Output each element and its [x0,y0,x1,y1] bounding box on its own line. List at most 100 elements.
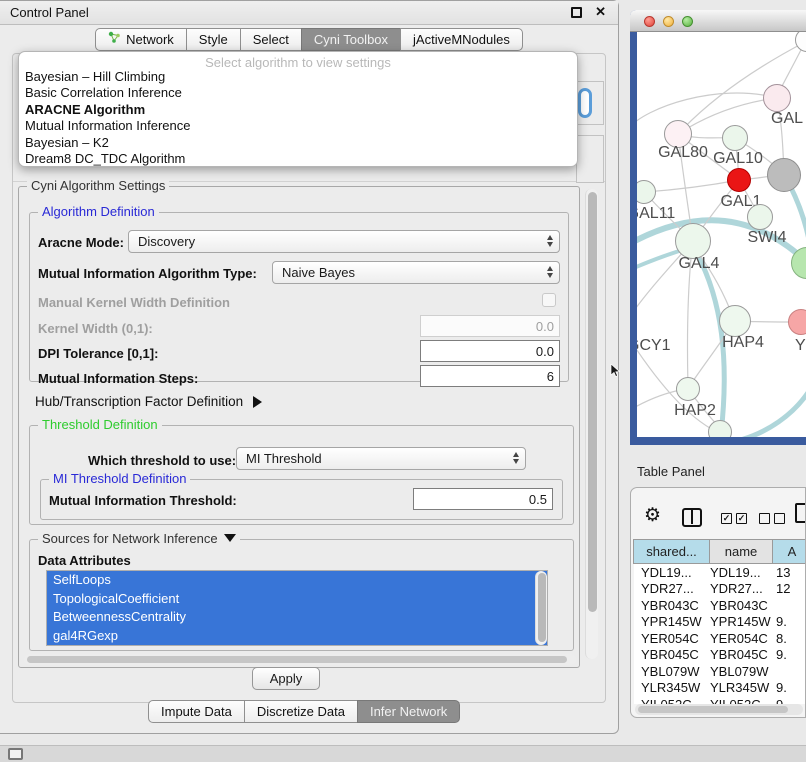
table-row[interactable]: YBL079WYBL079W [634,663,806,680]
network-node-gal10[interactable] [722,125,748,151]
algorithm-option-mutual-information-inference[interactable]: Mutual Information Inference [19,118,577,134]
window-grip-icon[interactable] [8,748,23,760]
algorithm-option-bayesian-hill-climbing[interactable]: Bayesian – Hill Climbing [19,69,577,85]
table-body[interactable]: YDL19...YDL19...13YDR27...YDR27...12YBR0… [634,564,806,704]
minimize-traffic-light[interactable] [663,16,674,27]
algorithm-definition-title: Algorithm Definition [38,204,159,219]
algorithm-option-basic-correlation-inference[interactable]: Basic Correlation Inference [19,85,577,101]
table-row[interactable]: YLR345WYLR345W9. [634,680,806,697]
cell: YDL19... [706,565,772,580]
unchecked-checkbox-icon[interactable] [759,513,770,524]
mi-steps-input[interactable]: 6 [420,365,560,387]
column-header-name[interactable]: name [709,539,773,564]
algorithm-option-aracne-algorithm[interactable]: ARACNE Algorithm [19,102,577,118]
mi-threshold-input[interactable]: 0.5 [413,488,553,510]
node-label-gal80: GAL80 [658,144,708,162]
node-label-swi4: SWI4 [747,229,786,247]
data-attributes-list[interactable]: SelfLoopsTopologicalCoefficientBetweenne… [46,570,548,646]
network-node[interactable] [767,158,801,192]
algorithm-option-dream8-dc-tdc-algorithm[interactable]: Dream8 DC_TDC Algorithm [19,151,577,167]
cell: YIL052C [634,697,706,704]
column-header-shared-[interactable]: shared... [633,539,710,564]
table-row[interactable]: YDL19...YDL19...13 [634,564,806,581]
table-panel-window: ⚙ ✓ ✓ shared...nameA YDL19...YDL19...13Y… [630,487,806,718]
cell: YDL19... [634,565,706,580]
table-row[interactable]: YER054CYER054C8. [634,630,806,647]
kernel-width-value: 0.0 [536,319,554,334]
algorithm-option-bayesian-k2[interactable]: Bayesian – K2 [19,135,577,151]
cell: YLR345W [634,680,706,695]
combo-arrows-icon [513,452,519,464]
table-row[interactable]: YPR145WYPR145W9. [634,614,806,631]
aracne-mode-value: Discovery [138,234,195,249]
kernel-width-input[interactable]: 0.0 [420,315,560,337]
cell: YBR045C [634,647,706,662]
settings-vscrollbar[interactable] [585,189,598,659]
column-header-a[interactable]: A [772,539,806,564]
threshold-definition-group: Threshold Definition Which threshold to … [29,425,574,525]
dpi-tolerance-input[interactable]: 0.0 [420,340,560,362]
cell: 9 [772,697,783,704]
table-row[interactable]: YBR045CYBR045C9. [634,647,806,664]
table-row[interactable]: YDR27...YDR27...12 [634,581,806,598]
mi-algorithm-type-select[interactable]: Naive Bayes [272,261,560,284]
tab-network[interactable]: Network [95,28,187,51]
document-icon[interactable] [795,503,806,523]
control-panel-titlebar[interactable]: Control Panel ✕ [0,1,618,25]
unchecked-checkbox-icon[interactable] [774,513,785,524]
network-node-gal4[interactable] [675,223,711,259]
tab-style[interactable]: Style [186,28,241,51]
close-traffic-light[interactable] [644,16,655,27]
dropdown-placeholder: Select algorithm to view settings [19,52,577,69]
mi-threshold-group: MI Threshold Definition Mutual Informati… [40,479,563,520]
network-node-gal1[interactable] [727,168,751,192]
bottom-tab-infer-network[interactable]: Infer Network [357,700,460,723]
checked-checkbox-icon[interactable]: ✓ [721,513,732,524]
network-node-hap2[interactable] [676,377,700,401]
attribute-item-gal4rgexp[interactable]: gal4RGexp [47,627,547,646]
checked-checkbox-icon[interactable]: ✓ [736,513,747,524]
bottom-tab-discretize-data[interactable]: Discretize Data [244,700,358,723]
tab-select[interactable]: Select [240,28,302,51]
focused-button-fragment[interactable] [578,88,592,118]
network-window-titlebar[interactable] [630,10,806,32]
settings-hscrollbar[interactable] [24,654,576,665]
network-node-swi4[interactable] [747,204,773,230]
bottom-tab-impute-data[interactable]: Impute Data [148,700,245,723]
network-node-gal[interactable] [763,84,791,112]
manual-kernel-width-checkbox[interactable] [542,293,556,307]
zoom-traffic-light[interactable] [682,16,693,27]
aracne-mode-select[interactable]: Discovery [128,230,560,253]
expand-right-icon [253,396,262,408]
table-hscrollbar[interactable] [635,704,803,715]
attribute-item-selfloops[interactable]: SelfLoops [47,571,547,590]
close-icon[interactable]: ✕ [595,4,606,20]
split-columns-icon[interactable] [682,508,702,527]
table-row[interactable]: YBR043CYBR043C [634,597,806,614]
node-label-y: Y [795,337,806,355]
cell: 13 [772,565,790,580]
sources-group-title[interactable]: Sources for Network Inference [38,531,240,546]
gear-icon[interactable]: ⚙ [644,504,661,527]
tab-cyni-toolbox[interactable]: Cyni Toolbox [301,28,401,51]
tab-label: jActiveMNodules [413,32,510,47]
tab-jactivemnodules[interactable]: jActiveMNodules [400,28,523,51]
which-threshold-label: Which threshold to use: [88,453,236,468]
network-node-hap4[interactable] [719,305,751,337]
network-node[interactable] [708,420,732,437]
table-row[interactable]: YIL052CYIL052C9 [634,696,806,704]
attribute-item-topologicalcoefficient[interactable]: TopologicalCoefficient [47,590,547,609]
attribute-item-betweennesscentrality[interactable]: BetweennessCentrality [47,608,547,627]
apply-button[interactable]: Apply [252,667,320,690]
hub-definition-toggle[interactable]: Hub/Transcription Factor Definition [35,394,262,409]
float-window-icon[interactable] [571,7,582,18]
control-panel-window: Control Panel ✕ NetworkStyleSelectCyni T… [0,0,619,734]
cell: YPR145W [706,614,772,629]
table-header-row: shared...nameA [634,539,806,564]
which-threshold-select[interactable]: MI Threshold [236,447,526,470]
attributes-scrollbar[interactable] [535,571,547,645]
mi-threshold-group-title: MI Threshold Definition [49,471,190,486]
cell: 9. [772,647,787,662]
network-canvas[interactable]: GALGAL80GAL10GAL1GAL11SWI4GAL4GCY1HAP4YH… [637,32,806,437]
cell: YER054C [634,631,706,646]
